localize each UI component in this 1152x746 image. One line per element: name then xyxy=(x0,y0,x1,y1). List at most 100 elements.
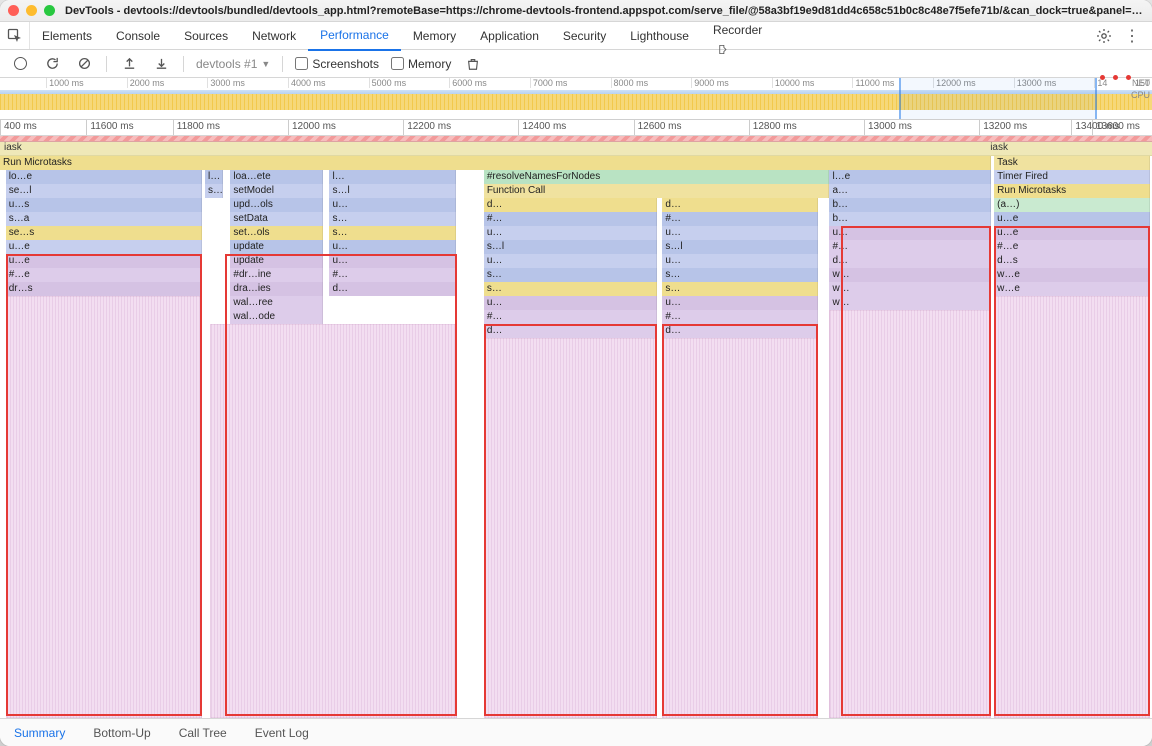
panel-tab-network[interactable]: Network xyxy=(240,22,308,50)
flame-bar[interactable]: u… xyxy=(662,226,818,240)
flame-bar[interactable]: dra…ies xyxy=(230,282,322,296)
flame-chart[interactable]: Run MicrotasksTaskTimer FiredRun Microta… xyxy=(0,156,1152,718)
flame-bar[interactable]: u… xyxy=(329,240,456,254)
details-tab-event-log[interactable]: Event Log xyxy=(241,719,323,746)
flame-bar[interactable]: Timer Fired xyxy=(994,170,1150,184)
flame-bar[interactable]: setData xyxy=(230,212,322,226)
flame-bar[interactable]: u… xyxy=(484,226,657,240)
flame-bar[interactable]: lo…e xyxy=(205,170,223,184)
flame-bar[interactable]: s…l xyxy=(662,240,818,254)
close-button[interactable] xyxy=(8,5,19,16)
flame-deep-stack[interactable] xyxy=(210,324,458,718)
flame-bar[interactable]: #… xyxy=(662,212,818,226)
flame-bar[interactable]: s… xyxy=(329,212,456,226)
clear-button[interactable] xyxy=(74,54,94,74)
flame-bar[interactable]: s…l xyxy=(484,240,657,254)
flame-bar[interactable]: #…e xyxy=(994,240,1150,254)
overview-selection[interactable] xyxy=(899,78,1097,119)
flame-deep-stack[interactable] xyxy=(662,338,818,718)
inspect-element-button[interactable] xyxy=(0,22,30,49)
flame-bar[interactable]: lo…e xyxy=(6,170,202,184)
flame-bar[interactable]: #… xyxy=(484,310,657,324)
more-menu-icon[interactable]: ⋮ xyxy=(1120,26,1144,46)
flame-bar[interactable]: a… xyxy=(829,184,990,198)
flame-bar[interactable]: s…l xyxy=(329,184,456,198)
panel-tab-security[interactable]: Security xyxy=(551,22,618,50)
flame-bar[interactable]: w… xyxy=(829,282,990,296)
screenshots-checkbox[interactable]: Screenshots xyxy=(295,57,379,71)
settings-gear-icon[interactable] xyxy=(1092,24,1116,48)
flame-bar[interactable]: l… xyxy=(329,170,456,184)
flame-bar[interactable]: d… xyxy=(662,198,818,212)
flame-bar[interactable]: w… xyxy=(829,296,990,310)
flame-bar[interactable]: u…e xyxy=(6,240,202,254)
panel-tab-memory[interactable]: Memory xyxy=(401,22,468,50)
flame-bar[interactable]: u…e xyxy=(994,212,1150,226)
panel-tab-lighthouse[interactable]: Lighthouse xyxy=(618,22,701,50)
flame-bar[interactable]: s… xyxy=(484,268,657,282)
flame-bar[interactable]: w…e xyxy=(994,268,1150,282)
flame-bar[interactable]: u… xyxy=(662,254,818,268)
flame-bar[interactable]: u… xyxy=(829,226,990,240)
flame-bar[interactable]: l…e xyxy=(829,170,990,184)
flame-bar[interactable]: #resolveNamesForNodes xyxy=(484,170,830,184)
flame-bar[interactable]: s… xyxy=(329,226,456,240)
panel-tab-sources[interactable]: Sources xyxy=(172,22,240,50)
flame-bar[interactable]: b… xyxy=(829,212,990,226)
flame-bar[interactable]: d… xyxy=(329,282,456,296)
flame-bar[interactable]: set…ols xyxy=(230,226,322,240)
flame-bar[interactable]: u… xyxy=(662,296,818,310)
flame-bar[interactable]: u… xyxy=(484,254,657,268)
flame-bar[interactable]: u…e xyxy=(6,254,202,268)
flame-deep-stack[interactable] xyxy=(994,296,1150,718)
save-profile-button[interactable] xyxy=(151,54,171,74)
flame-bar[interactable]: update xyxy=(230,254,322,268)
flame-bar[interactable]: d… xyxy=(484,324,657,338)
flame-bar[interactable]: Task xyxy=(994,156,1150,170)
flame-bar[interactable]: se…l xyxy=(6,184,202,198)
flame-bar[interactable]: update xyxy=(230,240,322,254)
flame-bar[interactable]: w…e xyxy=(994,282,1150,296)
flame-bar[interactable]: setModel xyxy=(230,184,322,198)
flame-deep-stack[interactable] xyxy=(6,296,202,718)
flame-bar[interactable]: u…e xyxy=(994,226,1150,240)
flame-bar[interactable]: s…a xyxy=(6,212,202,226)
flame-bar[interactable]: se…s xyxy=(6,226,202,240)
reload-record-button[interactable] xyxy=(42,54,62,74)
flame-bar[interactable]: loa…ete xyxy=(230,170,322,184)
details-tab-summary[interactable]: Summary xyxy=(0,719,79,746)
panel-tab-performance[interactable]: Performance xyxy=(308,21,401,51)
profile-selector[interactable]: devtools #1 ▼ xyxy=(196,57,270,71)
flame-bar[interactable]: #… xyxy=(829,240,990,254)
flame-bar[interactable]: s… xyxy=(662,282,818,296)
flame-bar[interactable]: se…l xyxy=(205,184,223,198)
flame-bar[interactable]: b… xyxy=(829,198,990,212)
flame-bar[interactable]: #… xyxy=(329,268,456,282)
overview[interactable]: 150 1000 ms2000 ms3000 ms4000 ms5000 ms6… xyxy=(0,78,1152,120)
details-tab-bottom-up[interactable]: Bottom-Up xyxy=(79,719,164,746)
flame-bar[interactable]: #dr…ine xyxy=(230,268,322,282)
flame-bar[interactable]: (a…) xyxy=(994,198,1150,212)
flame-bar[interactable]: upd…ols xyxy=(230,198,322,212)
flame-bar[interactable]: s… xyxy=(662,268,818,282)
flame-bar[interactable]: d… xyxy=(662,324,818,338)
flame-bar[interactable]: u… xyxy=(329,254,456,268)
details-tab-call-tree[interactable]: Call Tree xyxy=(165,719,241,746)
flame-bar[interactable]: #… xyxy=(662,310,818,324)
flame-bar[interactable]: d…s xyxy=(994,254,1150,268)
gc-button[interactable] xyxy=(463,54,483,74)
load-profile-button[interactable] xyxy=(119,54,139,74)
flame-bar[interactable]: Function Call xyxy=(484,184,830,198)
flame-bar[interactable]: s… xyxy=(484,282,657,296)
flame-bar[interactable]: wal…ree xyxy=(230,296,322,310)
flame-bar[interactable]: Run Microtasks xyxy=(0,156,991,170)
panel-tab-application[interactable]: Application xyxy=(468,22,551,50)
flame-ruler[interactable]: 400 ms11600 ms11800 ms12000 ms12200 ms12… xyxy=(0,120,1152,136)
flame-bar[interactable]: d… xyxy=(484,198,657,212)
memory-checkbox[interactable]: Memory xyxy=(391,57,451,71)
flame-deep-stack[interactable] xyxy=(484,338,657,718)
flame-bar[interactable]: #… xyxy=(484,212,657,226)
zoom-button[interactable] xyxy=(44,5,55,16)
flame-deep-stack[interactable] xyxy=(829,310,990,718)
flame-bar[interactable]: u… xyxy=(484,296,657,310)
